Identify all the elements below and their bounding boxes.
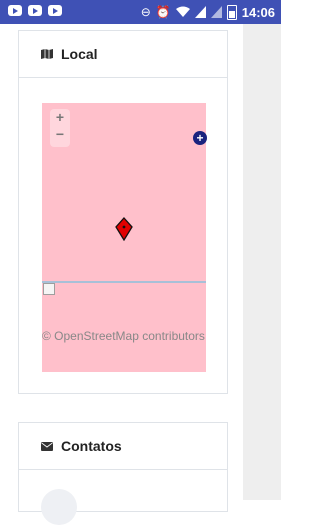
youtube-icon — [8, 5, 22, 16]
expand-map-button[interactable]: + — [193, 131, 207, 145]
signal-icon — [194, 6, 206, 18]
clock: 14:06 — [241, 4, 275, 20]
map-icon — [41, 49, 53, 59]
map-attribution[interactable]: © OpenStreetMap contributors — [42, 327, 206, 345]
system-icons: ⊖ ⏰ 14:06 — [141, 3, 275, 21]
youtube-icon — [48, 5, 62, 16]
contatos-card: Contatos — [18, 422, 228, 525]
zoom-in-button[interactable]: + — [50, 109, 70, 126]
alarm-icon: ⏰ — [155, 5, 171, 19]
local-card: Local + − + © OpenStreetMap contributors — [18, 30, 228, 394]
location-marker-icon[interactable] — [115, 217, 133, 241]
signal-icon — [210, 6, 222, 18]
local-card-title: Local — [61, 46, 98, 62]
contatos-card-header: Contatos — [19, 423, 227, 470]
envelope-icon — [41, 441, 53, 451]
avatar — [41, 489, 77, 525]
map-tile-seam — [42, 281, 206, 283]
notification-icons — [8, 5, 62, 16]
status-bar: ⊖ ⏰ 14:06 — [0, 0, 281, 24]
battery-icon — [226, 4, 237, 20]
minus-circle-icon: ⊖ — [140, 5, 151, 19]
contatos-card-title: Contatos — [61, 438, 122, 454]
wifi-icon — [175, 6, 190, 17]
side-gutter — [243, 24, 281, 500]
map-view[interactable]: + − + © OpenStreetMap contributors — [42, 103, 207, 372]
zoom-out-button[interactable]: − — [50, 126, 70, 143]
broken-image-icon — [43, 283, 55, 295]
youtube-icon — [28, 5, 42, 16]
local-card-header: Local — [19, 31, 227, 78]
zoom-control: + − — [50, 109, 70, 147]
